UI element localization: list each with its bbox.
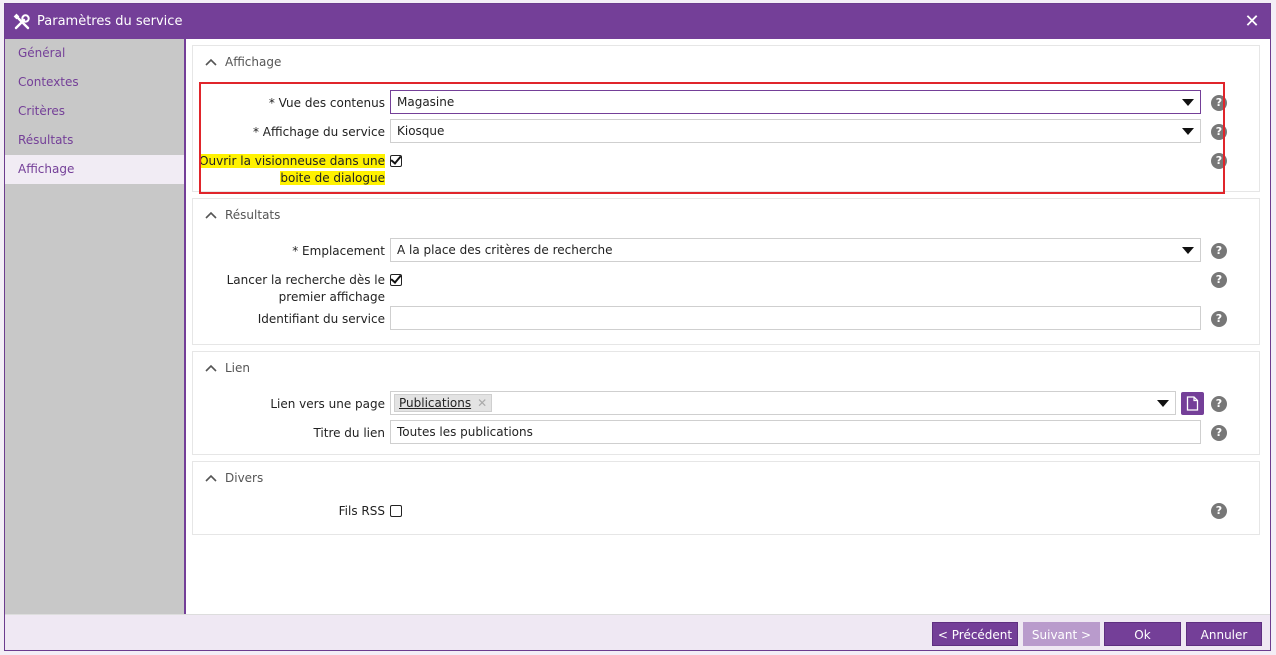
sidebar-item-affichage[interactable]: Affichage (5, 155, 184, 184)
titre-lien-input[interactable]: Toutes les publications (390, 420, 1201, 444)
caret-down-icon (1182, 128, 1194, 135)
visionneuse-label-line2: boite de dialogue (280, 171, 385, 185)
page-picker-button[interactable] (1181, 392, 1204, 415)
dialog-title: Paramètres du service (37, 14, 183, 29)
section-header-lien[interactable]: Lien (193, 352, 1259, 384)
help-icon[interactable]: ? (1211, 425, 1227, 441)
vue-contenus-select[interactable]: Magasine (390, 90, 1201, 114)
titre-lien-value: Toutes les publications (397, 425, 533, 439)
document-icon (1186, 396, 1199, 411)
sidebar-item-general[interactable]: Général (5, 39, 184, 68)
lien-page-label: Lien vers une page (270, 397, 385, 411)
dialog-footer: < Précédent Suivant > Ok Annuler (5, 614, 1270, 650)
section-header-affichage[interactable]: Affichage (193, 46, 1259, 78)
affichage-service-label: * Affichage du service (252, 125, 385, 139)
rss-label: Fils RSS (338, 504, 385, 518)
section-header-divers[interactable]: Divers (193, 462, 1259, 494)
emplacement-select[interactable]: A la place des critères de recherche (390, 238, 1201, 262)
section-title: Lien (225, 361, 251, 375)
next-button[interactable]: Suivant > (1023, 622, 1100, 646)
selected-page-tag: Publications ✕ (394, 394, 493, 412)
sidebar-item-criteres[interactable]: Critères (5, 97, 184, 126)
tools-icon (13, 13, 30, 29)
lancer-recherche-label: Lancer la recherche dès le premier affic… (193, 267, 390, 306)
help-icon[interactable]: ? (1211, 95, 1227, 111)
remove-tag-icon[interactable]: ✕ (477, 395, 487, 411)
settings-sidebar: Général Contextes Critères Résultats Aff… (5, 39, 186, 614)
ok-button[interactable]: Ok (1104, 622, 1181, 646)
titre-lien-label: Titre du lien (313, 426, 385, 440)
identifiant-label: Identifiant du service (257, 312, 385, 326)
rss-checkbox[interactable] (390, 505, 402, 517)
cancel-button[interactable]: Annuler (1186, 622, 1262, 646)
chevron-up-icon (205, 211, 217, 219)
lancer-recherche-checkbox[interactable] (390, 274, 402, 286)
lancer-label-line1: Lancer la recherche dès le (226, 273, 385, 287)
affichage-service-select[interactable]: Kiosque (390, 119, 1201, 143)
help-icon[interactable]: ? (1211, 124, 1227, 140)
help-icon[interactable]: ? (1211, 272, 1227, 288)
dialog-titlebar: Paramètres du service ✕ (5, 4, 1270, 39)
section-title: Divers (225, 471, 264, 485)
caret-down-icon (1182, 99, 1194, 106)
section-lien: Lien Lien vers une page Publications ✕ ?… (192, 351, 1260, 455)
service-settings-dialog: Paramètres du service ✕ Général Contexte… (4, 3, 1271, 651)
sidebar-item-resultats[interactable]: Résultats (5, 126, 184, 155)
affichage-service-value: Kiosque (397, 124, 445, 138)
identifiant-input[interactable] (390, 306, 1201, 330)
section-affichage: Affichage * Vue des contenus Magasine ? … (192, 45, 1260, 194)
settings-content: Affichage * Vue des contenus Magasine ? … (188, 39, 1270, 614)
section-title: Résultats (225, 208, 281, 222)
chevron-up-icon (205, 364, 217, 372)
vue-contenus-label: * Vue des contenus (268, 96, 385, 110)
lien-page-select[interactable]: Publications ✕ (390, 391, 1176, 415)
emplacement-label: * Emplacement (292, 244, 385, 258)
section-title: Affichage (225, 55, 282, 69)
chevron-up-icon (205, 474, 217, 482)
vue-contenus-value: Magasine (397, 95, 455, 109)
visionneuse-label-line1: Ouvrir la visionneuse dans une (199, 154, 385, 168)
help-icon[interactable]: ? (1211, 503, 1227, 519)
close-icon[interactable]: ✕ (1242, 11, 1262, 32)
help-icon[interactable]: ? (1211, 153, 1227, 169)
lancer-label-line2: premier affichage (278, 290, 385, 304)
selected-page-tag-label: Publications (399, 396, 472, 410)
help-icon[interactable]: ? (1211, 311, 1227, 327)
caret-down-icon (1157, 400, 1169, 407)
visionneuse-label: Ouvrir la visionneuse dans une boite de … (193, 148, 390, 187)
section-header-resultats[interactable]: Résultats (193, 199, 1259, 231)
caret-down-icon (1182, 247, 1194, 254)
help-icon[interactable]: ? (1211, 243, 1227, 259)
help-icon[interactable]: ? (1211, 396, 1227, 412)
section-resultats: Résultats * Emplacement A la place des c… (192, 198, 1260, 345)
section-divers: Divers Fils RSS ? (192, 461, 1260, 535)
chevron-up-icon (205, 58, 217, 66)
emplacement-value: A la place des critères de recherche (397, 243, 613, 257)
visionneuse-checkbox[interactable] (390, 155, 402, 167)
previous-button[interactable]: < Précédent (932, 622, 1018, 646)
sidebar-item-contextes[interactable]: Contextes (5, 68, 184, 97)
